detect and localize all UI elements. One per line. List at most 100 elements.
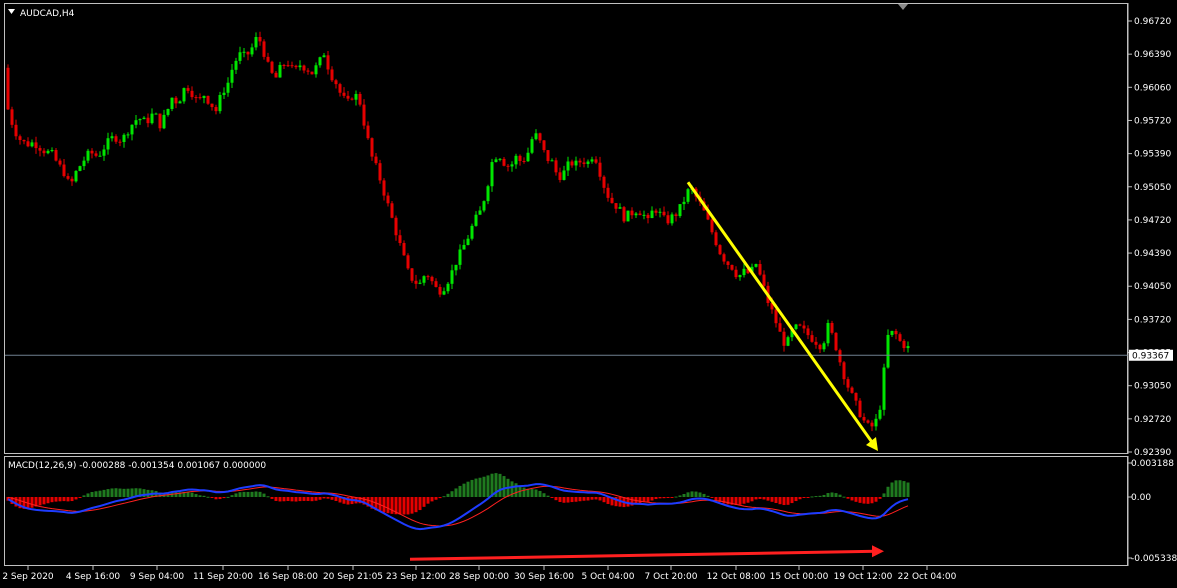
macd-hist-bar [842, 496, 846, 498]
price-tick-label: 0.96390 [1134, 50, 1171, 60]
macd-hist-bar [218, 497, 222, 500]
macd-hist-bar [682, 493, 686, 497]
macd-hist-bar [466, 481, 470, 497]
candle [426, 274, 430, 280]
macd-hist-bar [294, 497, 298, 502]
candle [214, 104, 218, 115]
candle [542, 139, 546, 153]
candle [382, 178, 386, 201]
macd-hist-bar [882, 493, 886, 497]
macd-hist-bar [530, 489, 534, 497]
price-tick-label: 0.95050 [1134, 183, 1171, 193]
candle [86, 148, 90, 164]
macd-hist-bar [462, 483, 466, 497]
candle [18, 134, 22, 145]
candle [822, 341, 826, 352]
macd-hist-bar [698, 492, 702, 497]
trend-arrow-head [866, 437, 878, 452]
macd-panel[interactable]: MACD(12,26,9) -0.000288 -0.001354 0.0010… [4, 456, 1177, 566]
time-tick-label: 11 Sep 20:00 [193, 572, 253, 582]
candle [478, 206, 482, 215]
macd-hist-bar [522, 487, 526, 497]
candle [274, 70, 278, 78]
candle [802, 320, 806, 334]
candle [550, 158, 554, 162]
macd-hist-bar [258, 491, 262, 497]
macd-hist-bar [686, 492, 690, 497]
candle [314, 62, 318, 78]
macd-hist-bar [102, 489, 106, 497]
macd-hist-bar [402, 497, 406, 515]
candle [338, 82, 342, 97]
candle [66, 173, 70, 181]
candle [806, 325, 810, 340]
candle [6, 64, 10, 111]
candle [486, 184, 490, 205]
macd-hist-bar [654, 497, 658, 500]
chart-window[interactable]: AUDCAD,H4 0.967200.963900.960600.957200.… [0, 0, 1177, 588]
macd-hist-bar [90, 492, 94, 497]
candle [82, 156, 86, 170]
candles [6, 31, 910, 432]
candle [518, 154, 522, 166]
macd-hist-bar [878, 497, 882, 499]
candle [734, 266, 738, 280]
macd-hist-bar [526, 488, 530, 497]
macd-hist-bar [194, 494, 198, 497]
candle [182, 87, 186, 104]
macd-hist-bar [862, 497, 866, 504]
macd-hist-bar [450, 491, 454, 497]
macd-hist-bar [858, 497, 862, 503]
macd-hist-bar [582, 497, 586, 501]
macd-hist-bar [482, 476, 486, 497]
candle [758, 260, 762, 276]
candle [270, 60, 274, 75]
price-tick-label: 0.92390 [1134, 448, 1171, 458]
macd-hist-bar [602, 497, 606, 503]
main-plot[interactable]: AUDCAD,H4 [4, 3, 1129, 454]
shift-marker-icon[interactable] [898, 4, 908, 10]
candle [354, 90, 358, 106]
candle [342, 87, 346, 99]
candle [470, 223, 474, 241]
time-tick-label: 4 Sep 16:00 [66, 572, 121, 582]
macd-hist-bar [570, 497, 574, 503]
macd-hist-bar [794, 497, 798, 502]
macd-hist-bar [790, 497, 794, 504]
candle [786, 335, 790, 347]
candle [150, 108, 154, 125]
macd-hist-bar [226, 496, 230, 498]
candle [842, 360, 846, 385]
macd-hist-bar [206, 496, 210, 498]
candle [70, 176, 74, 186]
candle [58, 158, 62, 167]
macd-hist-bar [250, 491, 254, 497]
macd-hist-bar [590, 497, 594, 500]
candle [866, 419, 870, 424]
candle [554, 157, 558, 176]
macd-hist-bar [266, 496, 270, 498]
chart-title-icon[interactable] [8, 9, 15, 14]
time-tick-label: 7 Oct 20:00 [645, 572, 698, 582]
candle [886, 329, 890, 369]
macd-hist-bar [198, 495, 202, 497]
candle [890, 330, 894, 338]
price-tick-label: 0.94720 [1134, 216, 1171, 226]
time-tick-label: 30 Sep 16:00 [514, 572, 574, 582]
candle [754, 263, 758, 268]
macd-hist-bar [202, 495, 206, 497]
macd-hist-bar [398, 497, 402, 515]
candle [310, 71, 314, 75]
time-tick-label: 2 Sep 2020 [2, 572, 54, 582]
candle [122, 133, 126, 148]
macd-hist-bar [222, 497, 226, 499]
candle [590, 156, 594, 164]
price-tick-label: 0.96720 [1134, 17, 1171, 27]
price-tick-label: 0.92720 [1134, 415, 1171, 425]
macd-hist-bar [322, 497, 326, 499]
downtrend-arrow [686, 181, 878, 452]
macd-hist-bar [714, 497, 718, 500]
macd-hist-bar [814, 496, 818, 498]
macd-hist-bar [902, 481, 906, 497]
candle [414, 274, 418, 289]
